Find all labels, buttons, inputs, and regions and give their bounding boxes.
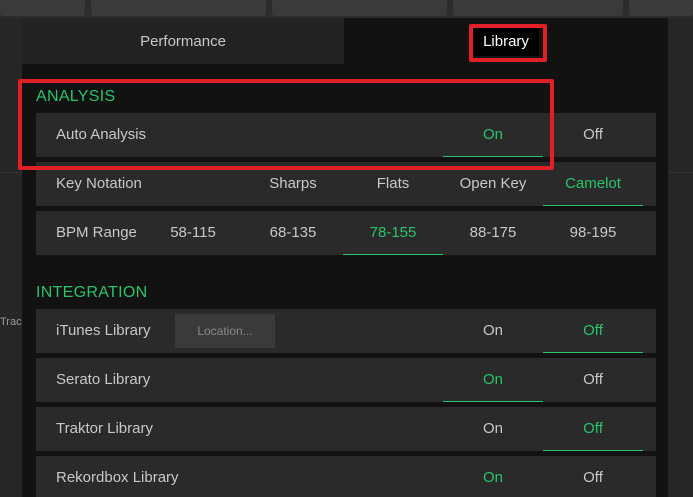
bpm-range-row: BPM Range 58-115 68-135 78-155 88-175 98… xyxy=(36,211,656,255)
rekordbox-library-row: Rekordbox Library On Off xyxy=(36,456,656,497)
background-tile xyxy=(453,0,623,16)
integration-section-title: INTEGRATION xyxy=(36,284,148,301)
rekordbox-library-label: Rekordbox Library xyxy=(56,469,179,486)
key-notation-sharps-option[interactable]: Sharps xyxy=(243,162,343,206)
auto-analysis-row: Auto Analysis On Off xyxy=(36,113,656,157)
tab-library-label: Library xyxy=(473,26,539,56)
traktor-on-option[interactable]: On xyxy=(443,407,543,451)
serato-off-option[interactable]: Off xyxy=(543,358,643,402)
background-right-panel xyxy=(668,18,693,497)
bpm-range-68-135-option[interactable]: 68-135 xyxy=(243,211,343,255)
background-tile xyxy=(629,0,693,16)
serato-library-row: Serato Library On Off xyxy=(36,358,656,402)
bpm-range-label: BPM Range xyxy=(56,224,137,241)
tab-library[interactable]: Library xyxy=(344,18,668,64)
analysis-section-title: ANALYSIS xyxy=(36,88,116,105)
background-tile xyxy=(91,0,266,16)
itunes-on-option[interactable]: On xyxy=(443,309,543,353)
key-notation-camelot-option[interactable]: Camelot xyxy=(543,162,643,206)
itunes-location-button[interactable]: Location... xyxy=(175,314,275,348)
itunes-library-row: iTunes Library Location... On Off xyxy=(36,309,656,353)
background-tile xyxy=(0,0,85,16)
auto-analysis-label: Auto Analysis xyxy=(56,126,147,143)
serato-on-option[interactable]: On xyxy=(443,358,543,402)
tab-performance-label: Performance xyxy=(140,32,226,50)
bpm-range-98-195-option[interactable]: 98-195 xyxy=(543,211,643,255)
itunes-off-option[interactable]: Off xyxy=(543,309,643,353)
settings-tabs: Performance Library xyxy=(22,18,668,64)
auto-analysis-on-option[interactable]: On xyxy=(443,113,543,157)
background-track-label: Trac xyxy=(0,316,22,328)
rekordbox-off-option[interactable]: Off xyxy=(543,456,643,497)
key-notation-row: Key Notation Sharps Flats Open Key Camel… xyxy=(36,162,656,206)
key-notation-label: Key Notation xyxy=(56,175,142,192)
bpm-range-58-115-option[interactable]: 58-115 xyxy=(143,211,243,255)
auto-analysis-off-option[interactable]: Off xyxy=(543,113,643,157)
bpm-range-88-175-option[interactable]: 88-175 xyxy=(443,211,543,255)
serato-library-label: Serato Library xyxy=(56,371,151,388)
key-notation-flats-option[interactable]: Flats xyxy=(343,162,443,206)
background-tile xyxy=(272,0,447,16)
settings-dialog: Performance Library ANALYSIS Auto Analys… xyxy=(22,18,668,497)
traktor-off-option[interactable]: Off xyxy=(543,407,643,451)
itunes-library-label: iTunes Library xyxy=(56,322,151,339)
traktor-library-row: Traktor Library On Off xyxy=(36,407,656,451)
key-notation-open-key-option[interactable]: Open Key xyxy=(443,162,543,206)
background-left-panel xyxy=(0,18,22,497)
bpm-range-78-155-option[interactable]: 78-155 xyxy=(343,211,443,255)
rekordbox-on-option[interactable]: On xyxy=(443,456,543,497)
tab-performance[interactable]: Performance xyxy=(22,18,344,64)
background-divider xyxy=(0,172,22,173)
traktor-library-label: Traktor Library xyxy=(56,420,153,437)
background-divider xyxy=(668,172,693,173)
